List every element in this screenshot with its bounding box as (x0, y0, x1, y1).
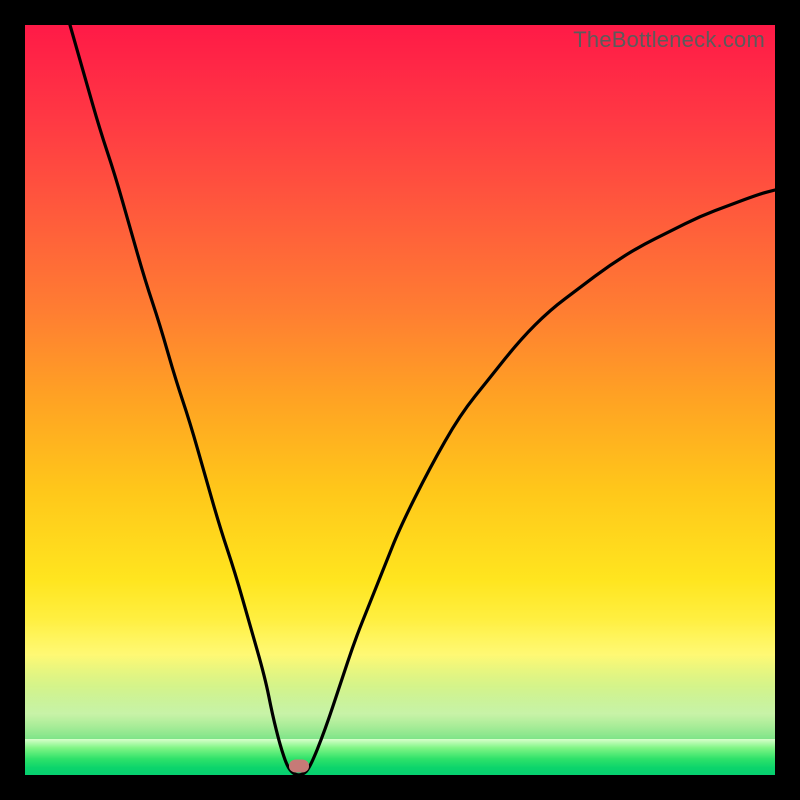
outer-frame: TheBottleneck.com (0, 0, 800, 800)
plot-area: TheBottleneck.com (25, 25, 775, 775)
optimal-point-marker (289, 760, 309, 773)
watermark-text: TheBottleneck.com (573, 27, 765, 53)
background-gradient (25, 25, 775, 775)
green-bottom-band (25, 739, 775, 775)
